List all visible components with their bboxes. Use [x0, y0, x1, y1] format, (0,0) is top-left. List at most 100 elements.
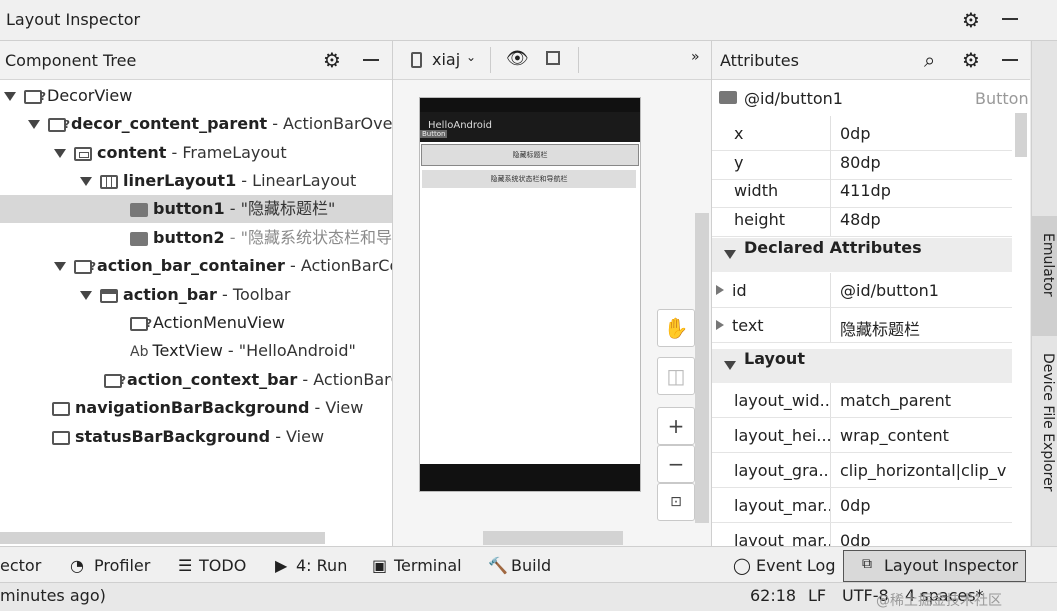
event-log-icon: ◯	[733, 556, 751, 575]
attr-value: 411dp	[840, 181, 891, 200]
overflow-chevron-icon[interactable]: »	[691, 49, 700, 65]
attr-row-id[interactable]: id @id/button1	[712, 273, 1012, 308]
tree-row-action-bar[interactable]: action_bar - Toolbar	[0, 281, 392, 309]
tree-row-actionmenuview[interactable]: ActionMenuView	[0, 309, 392, 337]
device-file-explorer-tab[interactable]: Device File Explorer	[1034, 353, 1056, 492]
tree-row-name: button2	[153, 228, 225, 247]
gear-icon[interactable]: ⚙	[962, 48, 980, 72]
device-navigation-bar	[420, 464, 640, 491]
view-group-icon	[104, 367, 126, 394]
zoom-out-icon[interactable]: −	[657, 445, 695, 483]
tree-row-button1[interactable]: button1 - "隐藏标题栏"	[0, 195, 392, 223]
line-separator[interactable]: LF	[808, 586, 826, 605]
collapse-triangle-icon[interactable]	[724, 249, 736, 259]
eye-icon[interactable]: 👁	[506, 48, 529, 69]
tool-tab-profiler[interactable]: Profiler	[94, 556, 150, 575]
attr-key: layout_wid...	[734, 391, 830, 410]
list-icon: ☰	[178, 556, 193, 575]
expand-triangle-icon[interactable]	[80, 177, 92, 186]
tree-row-content[interactable]: content - FrameLayout	[0, 139, 392, 167]
expand-triangle-icon[interactable]	[28, 120, 40, 129]
declared-attributes-section[interactable]: Declared Attributes	[712, 238, 1012, 272]
attr-key: text	[732, 316, 764, 335]
fit-screen-icon[interactable]: ⊡	[657, 483, 695, 521]
layout-section[interactable]: Layout	[712, 349, 1012, 383]
zoom-in-icon[interactable]: +	[657, 407, 695, 445]
gear-icon[interactable]: ⚙	[323, 48, 341, 72]
attr-value: match_parent	[840, 391, 952, 410]
tree-row-action-context-bar[interactable]: action_context_bar - ActionBarCo	[0, 366, 392, 394]
tree-row-type: - LinearLayout	[236, 171, 357, 190]
expand-triangle-icon[interactable]	[4, 92, 16, 101]
minimize-icon[interactable]	[363, 59, 379, 61]
tree-row-navigation-bar-background[interactable]: navigationBarBackground - View	[0, 394, 392, 422]
tree-row-decor-content-parent[interactable]: decor_content_parent - ActionBarOverla	[0, 110, 392, 138]
attr-row-height[interactable]: height 48dp	[712, 202, 1012, 237]
attr-divider	[830, 308, 831, 342]
tool-tab-build[interactable]: Build	[511, 556, 551, 575]
tree-row-name: action_bar_container	[97, 256, 285, 275]
tree-row-status-bar-background[interactable]: statusBarBackground - View	[0, 423, 392, 451]
chevron-down-icon[interactable]: ⌄	[466, 50, 476, 64]
attr-key: layout_mar...	[734, 531, 830, 547]
attr-row-layout-width[interactable]: layout_wid... match_parent	[712, 383, 1012, 418]
attr-value: 80dp	[840, 153, 881, 172]
tool-tab-todo[interactable]: TODO	[199, 556, 246, 575]
device-button1[interactable]: 隐藏标题栏	[421, 144, 639, 166]
horizontal-scrollbar[interactable]	[0, 532, 325, 544]
hammer-icon: 🔨	[488, 556, 508, 575]
tree-row-textview[interactable]: Ab TextView - "HelloAndroid"	[0, 337, 392, 365]
tree-row-type: - ActionBarOverla	[272, 114, 392, 133]
section-title: Declared Attributes	[744, 238, 922, 257]
view-group-icon	[130, 310, 152, 337]
toolbar-divider	[490, 47, 491, 73]
tool-tab-run[interactable]: 4: Run	[296, 556, 347, 575]
attr-row-layout-height[interactable]: layout_hei... wrap_content	[712, 418, 1012, 453]
view-icon	[52, 401, 70, 416]
collapse-triangle-icon[interactable]	[724, 360, 736, 370]
caret-position[interactable]: 62:18	[750, 586, 796, 605]
expand-triangle-icon[interactable]	[80, 291, 92, 300]
horizontal-scrollbar[interactable]	[483, 531, 623, 545]
pan-hand-icon[interactable]: ✋	[657, 309, 695, 347]
device-button2[interactable]: 隐藏系统状态栏和导航栏	[422, 170, 636, 188]
expand-arrow-icon[interactable]	[716, 285, 724, 295]
emulator-tab[interactable]: Emulator	[1034, 233, 1056, 297]
tree-row-name: linerLayout1	[123, 171, 237, 190]
tree-row-decorview[interactable]: DecorView	[0, 82, 392, 110]
layers-icon[interactable]: ◫	[657, 357, 695, 395]
vertical-scrollbar[interactable]	[695, 213, 709, 523]
device-screen[interactable]: HelloAndroid Button 隐藏标题栏 隐藏系统状态栏和导航栏	[419, 97, 641, 492]
attr-value: 0dp	[840, 531, 871, 547]
tree-row-action-bar-container[interactable]: action_bar_container - ActionBarCon	[0, 252, 392, 280]
vertical-scrollbar[interactable]	[1015, 113, 1027, 157]
attr-row-text[interactable]: text 隐藏标题栏	[712, 308, 1012, 343]
expand-triangle-icon[interactable]	[54, 149, 66, 158]
attr-row-layout-margin[interactable]: layout_mar... 0dp	[712, 488, 1012, 523]
tool-tab-layout-inspector[interactable]: ⧉ Layout Inspector	[843, 550, 1026, 582]
attr-key: layout_gra...	[734, 461, 830, 480]
search-icon[interactable]: ⌕	[924, 48, 935, 72]
attr-value: 48dp	[840, 210, 881, 229]
tree-row-name: button1	[153, 199, 225, 218]
button-icon	[130, 231, 148, 246]
device-selector[interactable]: xiaj	[432, 50, 460, 69]
tree-row-linerlayout1[interactable]: linerLayout1 - LinearLayout	[0, 167, 392, 195]
button-icon	[719, 91, 737, 104]
tool-tab-inspector-partial[interactable]: ector	[0, 556, 41, 575]
snapshot-icon[interactable]	[546, 51, 560, 65]
gear-icon[interactable]: ⚙	[962, 8, 980, 32]
minimize-icon[interactable]	[1002, 18, 1018, 20]
attr-row-layout-margin-2[interactable]: layout_mar... 0dp	[712, 523, 1012, 547]
expand-triangle-icon[interactable]	[54, 262, 66, 271]
expand-arrow-icon[interactable]	[716, 320, 724, 330]
minimize-icon[interactable]	[1002, 59, 1018, 61]
tree-row-name: navigationBarBackground	[75, 398, 310, 417]
tool-tab-event-log[interactable]: Event Log	[756, 556, 836, 575]
attr-row-layout-gravity[interactable]: layout_gra... clip_horizontal|clip_v	[712, 453, 1012, 488]
attr-value: clip_horizontal|clip_v	[840, 461, 1007, 480]
attr-key: x	[734, 124, 744, 143]
tool-tab-terminal[interactable]: Terminal	[394, 556, 462, 575]
tree-row-button2[interactable]: button2 - "隐藏系统状态栏和导航	[0, 224, 392, 252]
preview-toolbar: xiaj ⌄ 👁 »	[393, 41, 711, 80]
